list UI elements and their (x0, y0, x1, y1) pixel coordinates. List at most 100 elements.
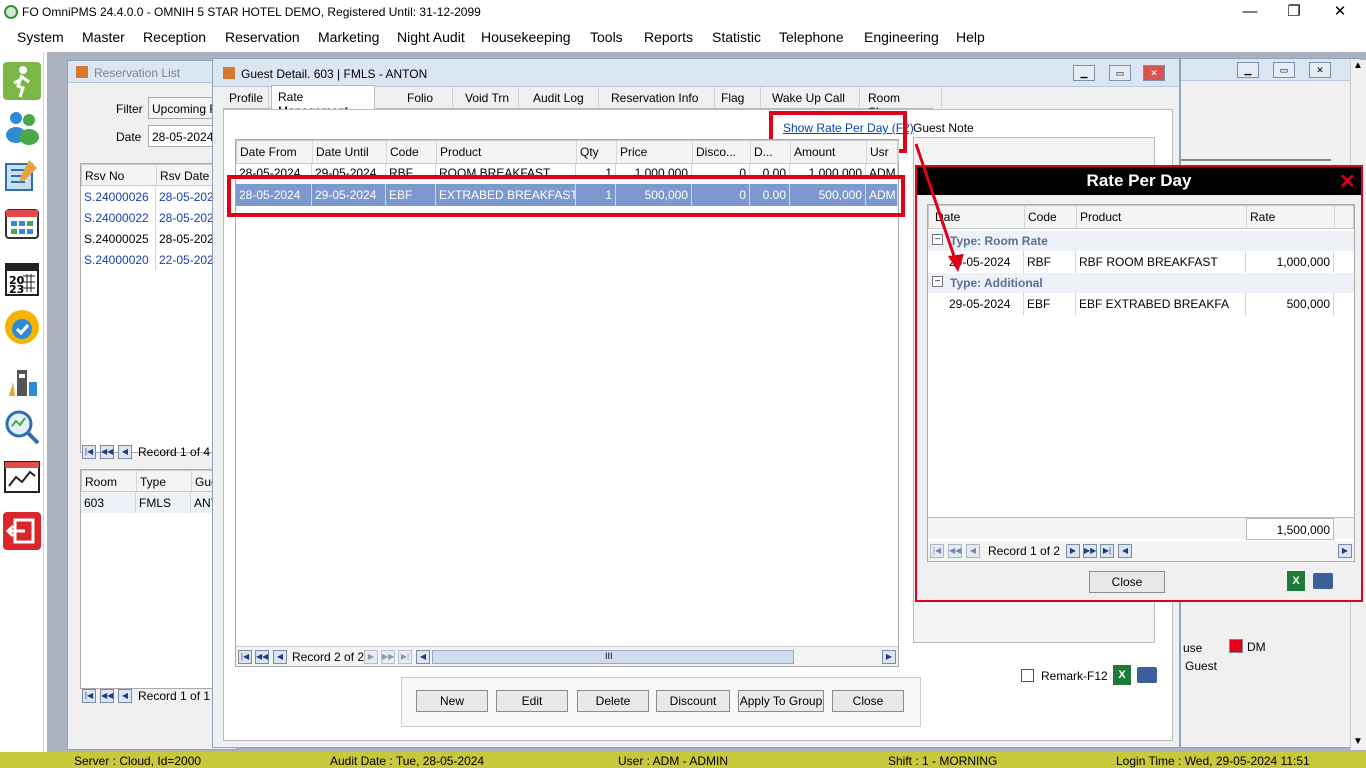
room-plan-icon[interactable] (3, 156, 41, 194)
calendar-2023-icon[interactable]: 20 23 (3, 260, 41, 298)
menu-master[interactable]: Master (82, 29, 125, 45)
scroll-up-icon[interactable]: ▲ (1353, 60, 1363, 71)
column-rsv-no[interactable]: Rsv No (82, 165, 157, 185)
column-d[interactable]: D... (751, 141, 791, 163)
scroll-right-button[interactable]: ▶ (1338, 544, 1352, 558)
scroll-left-button[interactable]: ◀ (416, 650, 430, 664)
calendar-grid-icon[interactable] (3, 204, 41, 242)
analysis-search-icon[interactable] (3, 408, 41, 446)
column-qty[interactable]: Qty (577, 141, 617, 163)
column-date-from[interactable]: Date From (237, 141, 313, 163)
menu-reception[interactable]: Reception (143, 29, 206, 45)
menu-reports[interactable]: Reports (644, 29, 693, 45)
prev-record-button[interactable]: ◀ (118, 445, 132, 459)
group-row-additional[interactable]: − Type: Additional (928, 273, 1354, 293)
column-discount[interactable]: Disco... (693, 141, 751, 163)
menu-reservation[interactable]: Reservation (225, 29, 300, 45)
column-type[interactable]: Type (137, 471, 192, 491)
menu-statistic[interactable]: Statistic (712, 29, 761, 45)
prev-page-button[interactable]: ◀◀ (100, 689, 114, 703)
discount-button[interactable]: Discount (656, 690, 730, 712)
column-code[interactable]: Code (1025, 206, 1077, 228)
tab-reservation-info[interactable]: Reservation Info (605, 87, 715, 109)
minimize-button[interactable]: — (1230, 2, 1270, 22)
tab-audit-log[interactable]: Audit Log (527, 87, 599, 109)
excel-export-icon[interactable]: X (1113, 665, 1131, 685)
group-row-room-rate[interactable]: − Type: Room Rate (928, 231, 1354, 251)
statistics-chart-icon[interactable] (3, 458, 41, 496)
maximize-button[interactable]: ▭ (1273, 62, 1295, 78)
walk-in-icon[interactable] (3, 62, 41, 100)
column-code[interactable]: Code (387, 141, 437, 163)
scroll-right-button[interactable]: ▶ (882, 650, 896, 664)
tab-room-sharer[interactable]: Room Sharer (862, 87, 942, 119)
scroll-left-button[interactable]: ◀ (1118, 544, 1132, 558)
menu-system[interactable]: System (17, 29, 64, 45)
close-button[interactable]: Close (832, 690, 904, 712)
close-button[interactable]: ✕ (1320, 2, 1360, 22)
first-record-button[interactable]: |◀ (930, 544, 944, 558)
table-row[interactable]: 29-05-2024 RBF RBF ROOM BREAKFAST 1,000,… (928, 251, 1354, 273)
tab-folio[interactable]: Folio (401, 87, 453, 109)
menu-telephone[interactable]: Telephone (779, 29, 844, 45)
apply-to-group-button[interactable]: Apply To Group (738, 690, 824, 712)
prev-record-button[interactable]: ◀ (273, 650, 287, 664)
record-counter: Record 1 of 2 (988, 544, 1061, 558)
column-room[interactable]: Room (82, 471, 137, 491)
close-button[interactable]: ✕ (1143, 65, 1165, 81)
guests-icon[interactable] (3, 108, 41, 146)
column-price[interactable]: Price (617, 141, 693, 163)
column-product[interactable]: Product (1077, 206, 1247, 228)
logout-icon[interactable] (3, 512, 41, 550)
available-badge-icon[interactable] (3, 308, 41, 346)
column-amount[interactable]: Amount (791, 141, 867, 163)
minimize-button[interactable]: ▁ (1073, 65, 1095, 81)
printer-icon[interactable] (1313, 573, 1333, 589)
column-rate[interactable]: Rate (1247, 206, 1335, 228)
tab-flag[interactable]: Flag (715, 87, 761, 109)
close-button[interactable]: ✕ (1309, 62, 1331, 78)
tab-wake-up-call[interactable]: Wake Up Call (766, 87, 860, 109)
scroll-down-icon[interactable]: ▼ (1353, 736, 1363, 747)
prev-page-button[interactable]: ◀◀ (255, 650, 269, 664)
dialog-close-icon[interactable]: ✕ (1339, 169, 1356, 194)
next-page-button[interactable]: ▶▶ (381, 650, 395, 664)
excel-export-icon[interactable]: X (1287, 571, 1305, 591)
column-usr[interactable]: Usr (867, 141, 899, 163)
printer-icon[interactable] (1137, 667, 1157, 683)
tab-profile[interactable]: Profile (223, 87, 269, 109)
edit-button[interactable]: Edit (496, 690, 568, 712)
restore-button[interactable]: ❐ (1274, 2, 1314, 22)
new-button[interactable]: New (416, 690, 488, 712)
remark-checkbox[interactable] (1021, 669, 1034, 682)
tab-rate-management[interactable]: Rate Management (271, 85, 375, 118)
housekeeping-icon[interactable] (3, 362, 41, 400)
prev-page-button[interactable]: ◀◀ (948, 544, 962, 558)
menu-tools[interactable]: Tools (590, 29, 623, 45)
column-date-until[interactable]: Date Until (313, 141, 387, 163)
delete-button[interactable]: Delete (577, 690, 649, 712)
first-record-button[interactable]: |◀ (238, 650, 252, 664)
next-record-button[interactable]: ▶ (1066, 544, 1080, 558)
prev-record-button[interactable]: ◀ (118, 689, 132, 703)
rate-per-day-close-button[interactable]: Close (1089, 571, 1165, 593)
first-record-button[interactable]: |◀ (82, 689, 96, 703)
next-record-button[interactable]: ▶ (364, 650, 378, 664)
prev-record-button[interactable]: ◀ (966, 544, 980, 558)
menu-engineering[interactable]: Engineering (864, 29, 939, 45)
table-row[interactable]: 29-05-2024 EBF EBF EXTRABED BREAKFA 500,… (928, 293, 1354, 315)
menu-help[interactable]: Help (956, 29, 985, 45)
menu-night-audit[interactable]: Night Audit (397, 29, 465, 45)
menu-marketing[interactable]: Marketing (318, 29, 379, 45)
prev-page-button[interactable]: ◀◀ (100, 445, 114, 459)
menu-housekeeping[interactable]: Housekeeping (481, 29, 571, 45)
last-record-button[interactable]: ▶| (1100, 544, 1114, 558)
horizontal-scrollbar-thumb[interactable]: III (432, 650, 794, 664)
maximize-button[interactable]: ▭ (1109, 65, 1131, 81)
tab-void-trn[interactable]: Void Trn (459, 87, 519, 109)
next-page-button[interactable]: ▶▶ (1083, 544, 1097, 558)
minimize-button[interactable]: ▁ (1237, 62, 1259, 78)
first-record-button[interactable]: |◀ (82, 445, 96, 459)
column-product[interactable]: Product (437, 141, 577, 163)
last-record-button[interactable]: ▶| (398, 650, 412, 664)
